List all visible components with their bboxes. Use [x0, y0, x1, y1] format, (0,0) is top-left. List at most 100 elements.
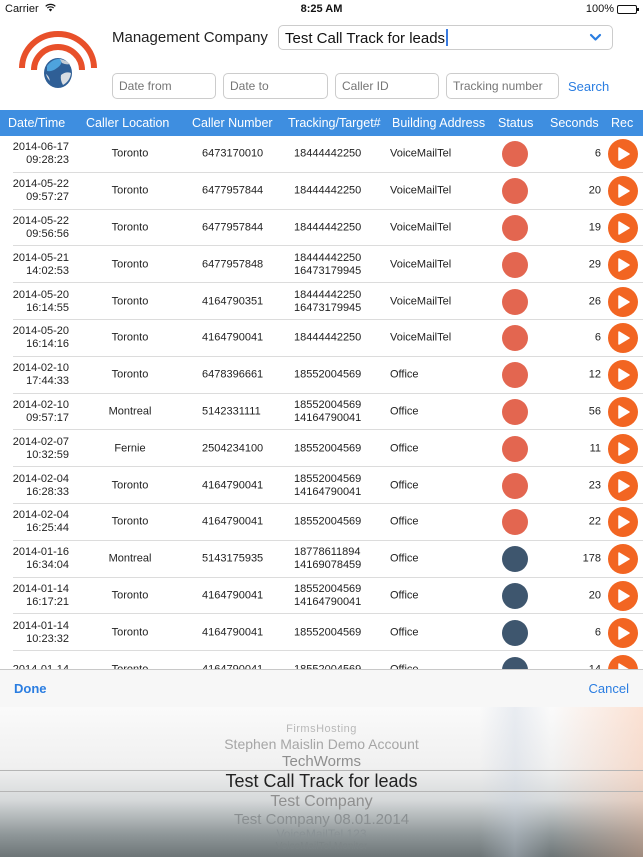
cell-seconds: 20	[588, 589, 601, 602]
company-select[interactable]: Test Call Track for leads	[278, 25, 613, 50]
play-recording-button[interactable]	[608, 580, 638, 611]
tracking-number: 18552004569	[294, 626, 362, 639]
status-indicator-icon	[502, 362, 528, 389]
call-time: 09:57:17	[26, 411, 69, 424]
column-header-status[interactable]: Status	[498, 116, 533, 130]
cell-datetime: 2014-05-22 09:57:27	[7, 178, 69, 204]
search-button[interactable]: Search	[568, 79, 609, 94]
tracking-number: 18444442250	[294, 251, 362, 264]
picker-option[interactable]: Test Company 08.01.2014	[0, 811, 643, 828]
chevron-down-icon[interactable]	[589, 31, 602, 44]
cell-tracking-target: 18552004569	[294, 442, 361, 455]
cell-caller-number: 6478396661	[202, 368, 264, 381]
call-time: 10:32:59	[26, 448, 69, 461]
picker-option[interactable]: Test Company	[0, 793, 643, 811]
cell-building-address: VoiceMailTel	[390, 295, 452, 308]
table-row[interactable]: 2014-05-22 09:56:56 Toronto 6477957844 18444…	[0, 210, 643, 247]
column-header-rec[interactable]: Rec	[611, 116, 633, 130]
play-recording-button[interactable]	[608, 507, 638, 538]
table-row[interactable]: 2014-01-14 10:23:32 Toronto 4164790041 18552…	[0, 614, 643, 651]
picker-toolbar: Done Cancel	[0, 669, 643, 707]
table-row[interactable]: 2014-02-10 09:57:17 Montreal 5142331111 1855…	[0, 394, 643, 431]
column-header-tracking-target[interactable]: Tracking/Target#	[288, 116, 381, 130]
tracking-number: 14164790041	[294, 411, 362, 424]
play-recording-button[interactable]	[608, 544, 638, 575]
tracking-number: 18552004569	[294, 472, 362, 485]
play-recording-button[interactable]	[608, 396, 638, 427]
cell-seconds: 26	[588, 295, 601, 308]
table-row[interactable]: 2014-05-20 16:14:16 Toronto 4164790041 18444…	[0, 320, 643, 357]
cell-seconds: 20	[588, 184, 601, 197]
play-recording-button[interactable]	[608, 286, 638, 317]
table-row[interactable]: 2014-01-16 16:34:04 Montreal 5143175935 1877…	[0, 541, 643, 578]
play-icon	[618, 221, 630, 235]
call-time: 16:14:55	[26, 301, 69, 314]
status-indicator-icon	[502, 214, 528, 241]
cancel-button[interactable]: Cancel	[589, 681, 629, 696]
play-recording-button[interactable]	[608, 176, 638, 207]
picker-option[interactable]: VoiceMailTel 123	[0, 827, 643, 841]
call-date: 2014-05-20	[12, 325, 69, 338]
clock: 8:25 AM	[300, 3, 343, 15]
picker-option[interactable]: VoiceMailTel Monitor	[0, 841, 643, 852]
play-recording-button[interactable]	[608, 139, 638, 170]
call-time: 10:23:32	[26, 632, 69, 645]
play-icon	[618, 478, 630, 493]
date-from-input[interactable]	[112, 73, 216, 99]
table-row[interactable]: 2014-02-07 10:32:59 Fernie 2504234100 185520…	[0, 430, 643, 467]
table-row[interactable]: 2014-01-14 16:17:21 Toronto 4164790041 18552…	[0, 578, 643, 615]
picker-option[interactable]: TechWorms	[0, 753, 643, 770]
play-recording-button[interactable]	[608, 433, 638, 464]
play-recording-button[interactable]	[608, 323, 638, 354]
cell-datetime: 2014-01-14 16:17:21	[7, 583, 69, 609]
play-recording-button[interactable]	[608, 617, 638, 648]
cell-datetime: 2014-02-07 10:32:59	[7, 436, 69, 462]
play-recording-button[interactable]	[608, 249, 638, 280]
play-icon	[618, 552, 630, 566]
table-row[interactable]: 2014-06-17 09:28:23 Toronto 6473170010 18444…	[0, 136, 643, 173]
cell-seconds: 23	[588, 479, 601, 492]
column-header-caller-location[interactable]: Caller Location	[86, 116, 169, 130]
caller-id-input[interactable]	[335, 73, 439, 99]
table-row[interactable]: 2014-05-22 09:57:27 Toronto 6477957844 18444…	[0, 173, 643, 210]
table-row[interactable]: 2014-05-20 16:14:55 Toronto 4164790351 18444…	[0, 283, 643, 320]
play-icon	[618, 147, 630, 162]
date-to-input[interactable]	[223, 73, 328, 99]
cell-seconds: 6	[594, 147, 601, 160]
table-row[interactable]: 2014-02-10 17:44:33 Toronto 6478396661 18552…	[0, 357, 643, 394]
table-row[interactable]: 2014-02-04 16:25:44 Toronto 4164790041 18552…	[0, 504, 643, 541]
play-icon	[618, 184, 630, 198]
cell-datetime: 2014-05-22 09:56:56	[7, 215, 69, 241]
column-header-building-address[interactable]: Building Address	[392, 116, 485, 130]
done-button[interactable]: Done	[14, 681, 47, 696]
column-header-caller-number[interactable]: Caller Number	[192, 116, 273, 130]
picker-option[interactable]: FirmsHosting	[0, 723, 643, 735]
play-recording-button[interactable]	[608, 654, 638, 670]
tracking-number: 18444442250	[294, 147, 362, 160]
company-picker-wheel[interactable]: FirmsHosting Stephen Maislin Demo Accoun…	[0, 707, 643, 857]
column-header-seconds[interactable]: Seconds	[550, 116, 599, 130]
tracking-number-input[interactable]	[446, 73, 559, 99]
call-time: 17:44:33	[26, 375, 69, 388]
picker-option-selected[interactable]: Test Call Track for leads	[0, 771, 643, 792]
cell-seconds: 11	[589, 442, 601, 455]
column-header-datetime[interactable]: Date/Time	[8, 116, 65, 130]
table-row[interactable]: 2014-01-14 Toronto 4164790041 18552004569 Of…	[0, 651, 643, 670]
play-recording-button[interactable]	[608, 470, 638, 501]
cell-caller-location: Toronto	[111, 626, 149, 639]
table-row[interactable]: 2014-02-04 16:28:33 Toronto 4164790041 18552…	[0, 467, 643, 504]
cell-seconds: 6	[594, 331, 601, 344]
call-date: 2014-02-04	[12, 509, 69, 522]
cell-tracking-target: 18444442250	[294, 332, 361, 345]
play-recording-button[interactable]	[608, 212, 638, 243]
cell-caller-number: 4164790041	[202, 515, 264, 528]
cell-building-address: Office	[390, 626, 419, 639]
table-row[interactable]: 2014-05-21 14:02:53 Toronto 6477957848 18444…	[0, 246, 643, 283]
call-time: 16:28:33	[26, 485, 69, 498]
picker-option[interactable]: Stephen Maislin Demo Account	[0, 736, 643, 752]
cell-tracking-target: 18444442250 16473179945	[294, 252, 361, 278]
battery-icon	[617, 4, 639, 14]
cell-caller-location: Toronto	[111, 258, 149, 271]
play-recording-button[interactable]	[608, 360, 638, 391]
cell-seconds: 12	[588, 368, 601, 381]
